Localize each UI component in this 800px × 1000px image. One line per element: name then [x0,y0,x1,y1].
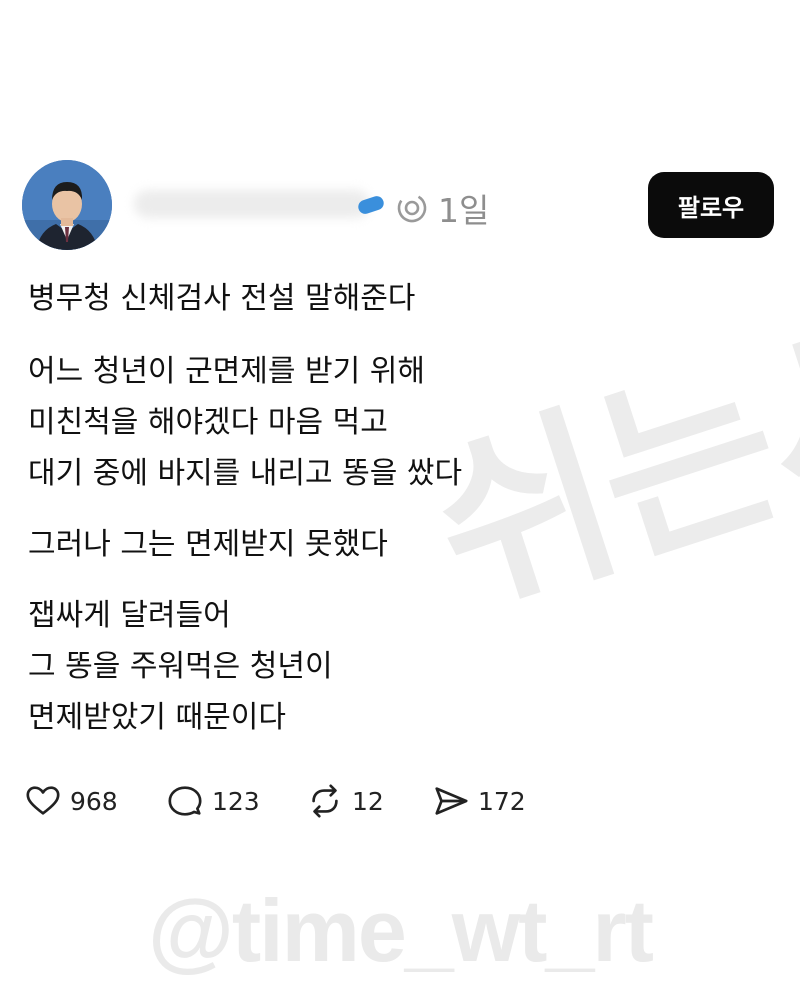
post-paragraph: 잽싸게 달려들어 그 똥을 주워먹은 청년이 면제받았기 때문이다 [28,590,768,743]
heart-outline-icon [26,786,60,815]
repost-count: 12 [352,786,384,816]
post-line: 그러나 그는 면제받지 못했다 [28,527,388,562]
follow-button[interactable]: 팔로우 [648,172,774,238]
post-body: 병무청 신체검사 전설 말해준다 어느 청년이 군면제를 받기 위해 미친척을 … [28,272,768,743]
repost-arrows-icon [312,784,338,818]
post-line: 대기 중에 바지를 내리고 똥을 쌌다 [28,456,463,491]
like-count: 968 [70,786,118,816]
post-line: 미친척을 해야겠다 마음 먹고 [28,405,388,440]
speech-bubble-icon [168,786,202,816]
post-paragraph: 어느 청년이 군면제를 받기 위해 미친척을 해야겠다 마음 먹고 대기 중에 … [28,346,768,499]
share-count: 172 [478,786,526,816]
share-button[interactable]: 172 [432,778,542,824]
watermark-handle-logo: @time_wt_rt [148,881,654,980]
comment-count: 123 [212,786,260,816]
repost-button[interactable]: 12 [306,778,432,824]
post-header: 1일 팔로우 [22,160,774,254]
comment-button[interactable]: 123 [166,778,306,824]
send-icon [435,787,468,815]
avatar[interactable] [22,160,112,250]
post-line: 면제받았기 때문이다 [28,700,286,735]
avatar-photo [22,160,112,250]
threads-ring-icon [397,193,427,223]
post-line: 그 똥을 주워먹은 청년이 [28,649,333,684]
post-line: 잽싸게 달려들어 [28,598,231,633]
post-time: 1일 [438,191,490,230]
username-blurred [134,190,370,218]
like-button[interactable]: 968 [24,778,166,824]
post-actions: 968 123 12 172 [24,778,542,824]
post-title: 병무청 신체검사 전설 말해준다 [28,281,416,316]
post-line: 어느 청년이 군면제를 받기 위해 [28,354,425,389]
post-paragraph: 그러나 그는 면제받지 못했다 [28,519,768,570]
post-screen: 쉬는시간 @time_wt_rt 1일 팔로우 병무청 신체검사 전설 말해준다 [0,0,800,1000]
